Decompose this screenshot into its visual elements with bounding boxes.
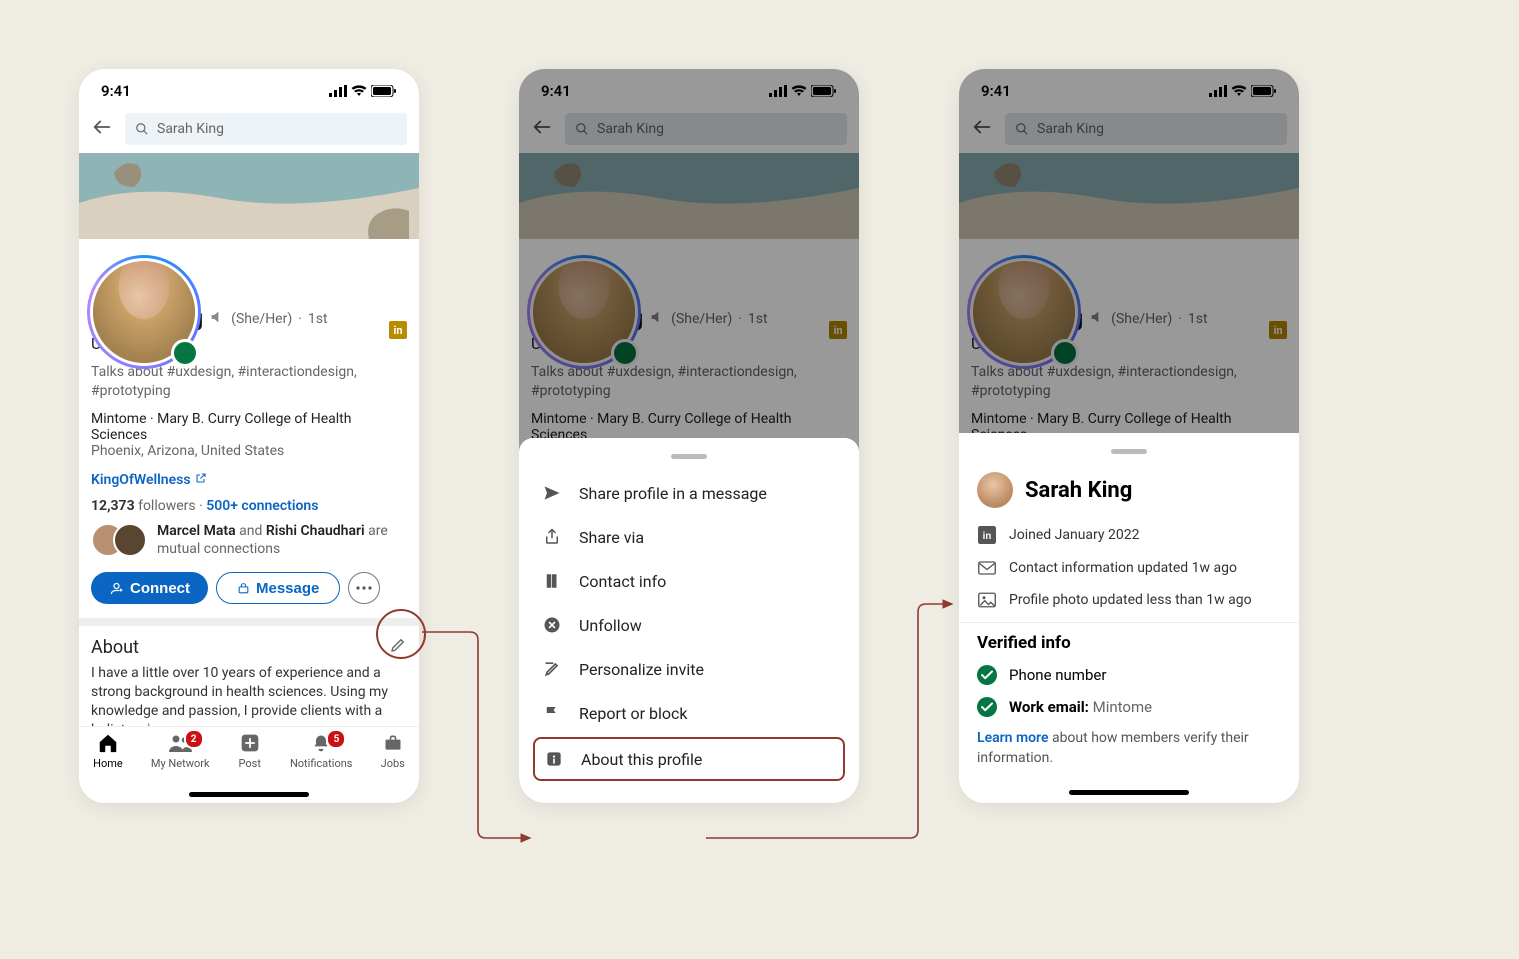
search-icon [135,122,149,136]
menu-report[interactable]: Report or block [519,691,859,735]
location: Phoenix, Arizona, United States [91,443,407,459]
speaker-icon[interactable] [209,309,225,329]
menu-contact-info[interactable]: Contact info [519,559,859,603]
search-input[interactable]: Sarah King [125,113,407,145]
sheet-handle[interactable] [671,454,707,459]
contact-updated-row: Contact information updated 1w ago [977,552,1281,584]
svg-text:in: in [983,531,992,542]
share-icon [541,527,563,547]
presence-dot [171,339,199,367]
photo-updated-row: Profile photo updated less than 1w ago [977,584,1281,616]
follower-stats: 12,373 followers · 500+ connections [91,498,407,514]
image-icon [977,592,997,608]
more-button[interactable] [348,572,380,604]
battery-icon [371,85,397,97]
phone-screen-menu: 9:41 Sarah King in Sarah King(She/Her)·1… [519,69,859,803]
message-button[interactable]: Message [216,572,340,604]
home-indicator [189,792,309,797]
mutual-connections[interactable]: Marcel Mata and Rishi Chaudhari are mutu… [91,522,407,558]
nav-jobs[interactable]: Jobs [381,731,405,803]
verified-heading: Verified info [977,633,1281,653]
menu-unfollow[interactable]: Unfollow [519,603,859,647]
envelope-icon [977,561,997,575]
connection-degree: 1st [308,311,328,327]
pronouns: (She/Her) [231,311,292,327]
about-profile-sheet: Sarah King inJoined January 2022 Contact… [959,433,1299,803]
nav-home[interactable]: Home [93,731,123,803]
avatar-ring[interactable] [87,255,201,369]
home-icon [96,731,120,755]
menu-about-profile[interactable]: About this profile [533,737,845,781]
flag-icon [541,703,563,723]
avatar-small [977,472,1013,508]
about-heading: About [91,637,139,658]
cover-photo[interactable] [79,153,419,239]
phone-screen-about: 9:41 Sarah King in Sarah King(She/Her)·1… [959,69,1299,803]
verified-phone: Phone number [977,659,1281,691]
status-time: 9:41 [101,82,131,100]
linkedin-badge-icon: in [389,321,407,339]
check-icon [977,665,997,685]
mutual-avatar [113,523,147,557]
compose-icon [541,659,563,679]
verified-work-email: Work email: Mintome [977,691,1281,723]
wifi-icon [351,85,367,97]
sheet-handle[interactable] [1111,449,1147,454]
external-link-icon [195,472,207,488]
learn-more-link[interactable]: Learn more [977,730,1048,746]
joined-row: inJoined January 2022 [977,518,1281,552]
menu-share-message[interactable]: Share profile in a message [519,471,859,515]
check-icon [977,697,997,717]
search-header: Sarah King [79,113,419,153]
plus-icon [238,731,262,755]
connect-button[interactable]: Connect [91,572,208,604]
phone-screen-profile: 9:41 Sarah King in Sarah King (She/Her) … [79,69,419,803]
notif-badge: 5 [326,729,346,749]
menu-personalize[interactable]: Personalize invite [519,647,859,691]
connections-link[interactable]: 500+ connections [206,498,318,514]
network-badge: 2 [184,729,204,749]
edit-icon[interactable] [389,636,407,658]
website-link[interactable]: KingOfWellness [91,469,407,488]
affiliation: Mintome · Mary B. Curry College of Healt… [91,411,407,443]
action-sheet: Share profile in a message Share via Con… [519,438,859,803]
send-icon [541,483,563,503]
menu-share-via[interactable]: Share via [519,515,859,559]
close-circle-icon [541,615,563,635]
sheet-name: Sarah King [1025,478,1132,503]
status-bar: 9:41 [79,69,419,113]
learn-more-text: Learn more about how members verify thei… [977,729,1281,768]
degree-sep: · [298,311,302,327]
search-text: Sarah King [157,121,224,137]
briefcase-icon [381,731,405,755]
info-icon [543,749,565,769]
book-icon [541,571,563,591]
cellular-icon [329,85,347,97]
linkedin-icon: in [977,526,997,544]
back-arrow-icon[interactable] [91,116,115,142]
profile-header: in Sarah King (She/Her) · 1st UX Designe… [79,305,419,758]
